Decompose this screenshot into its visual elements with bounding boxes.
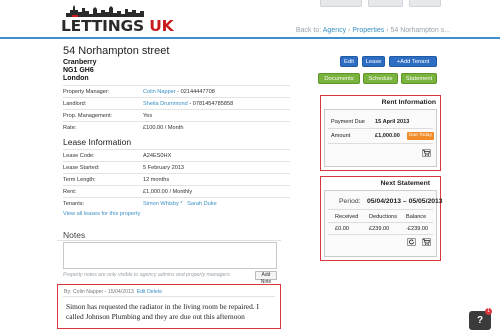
header-divider <box>0 37 500 39</box>
divider <box>63 296 275 297</box>
divider <box>328 222 433 223</box>
divider <box>328 209 433 210</box>
documents-button[interactable]: Documents <box>318 73 360 84</box>
address-line-3: London <box>63 75 89 82</box>
lease-label: Term Length: <box>63 177 96 183</box>
divider <box>328 143 433 144</box>
view-all-leases-link[interactable]: View all leases for this property <box>63 211 140 217</box>
next-statement-title: Next Statement <box>380 180 430 187</box>
detail-row-property-manager: Property Manager: Colin Napper - 0214444… <box>63 85 290 97</box>
detail-label: Prop. Management: <box>63 113 113 119</box>
header-tab[interactable] <box>409 0 441 7</box>
received-header: Received <box>335 214 359 220</box>
detail-value: Yes <box>143 113 153 119</box>
add-tenant-button[interactable]: +Add Tenant <box>389 56 437 67</box>
landlord-link[interactable]: Sheila Drummond <box>143 101 188 107</box>
schedule-button[interactable]: Schedule <box>363 73 398 84</box>
period-label: Period: <box>339 198 361 205</box>
lease-row-term: Term Length: 12 months <box>63 173 290 185</box>
lease-value: A24ES0HX <box>143 153 172 159</box>
period-value: 05/04/2013 – 05/05/2013 <box>367 198 443 205</box>
deductions-value: £239.00 <box>369 226 390 232</box>
notification-badge: 1 <box>485 308 492 315</box>
note-date: - 15/04/2013 <box>103 289 134 295</box>
lease-row-code: Lease Code: A24ES0HX <box>63 149 290 161</box>
detail-row-rate: Rate: £100.00 / Month <box>63 121 290 133</box>
notes-hint: Property notes are only visible to agenc… <box>63 272 232 278</box>
detail-row-landlord: Landlord: Sheila Drummond - 078145478585… <box>63 97 290 109</box>
breadcrumb-agency-link[interactable]: Agency <box>323 27 346 34</box>
due-today-badge: Due Today <box>407 132 434 140</box>
lease-heading: Lease Information <box>63 137 132 147</box>
received-value: £0.00 <box>335 226 349 232</box>
note-text: Simon has requested the radiator in the … <box>66 302 259 321</box>
note-meta-prefix: By: <box>64 289 73 295</box>
rent-information-title: Rent Information <box>381 99 436 106</box>
cart-icon[interactable] <box>422 149 431 157</box>
lease-label: Tenants: <box>63 201 85 207</box>
refresh-icon[interactable] <box>407 238 416 246</box>
header-tab[interactable] <box>368 0 403 7</box>
address-line-2: NG1 GH6 <box>63 67 94 74</box>
skyline-icon <box>66 5 144 17</box>
lease-value: 12 months <box>143 177 170 183</box>
note-author: Colin Napper <box>72 289 104 295</box>
header-tab[interactable] <box>320 0 362 7</box>
detail-label: Landlord: <box>63 101 87 107</box>
breadcrumb-prefix: Back to: <box>295 27 323 34</box>
address-line-1: Cranberry <box>63 59 97 66</box>
note-entry: By: Colin Napper - 15/04/2013 Edit Delet… <box>57 284 281 329</box>
statement-button[interactable]: Statement <box>401 73 437 84</box>
cart-icon[interactable] <box>422 238 431 246</box>
landlord-phone: - 0781454785858 <box>187 101 234 107</box>
deductions-header: Deductions <box>369 214 397 220</box>
lease-value: £1,000.00 / Monthly <box>143 189 193 195</box>
property-manager-link[interactable]: Colin Napper <box>143 89 176 95</box>
note-meta: By: Colin Napper - 15/04/2013 Edit Delet… <box>64 289 162 295</box>
tenant-link[interactable]: Sarah Duke <box>187 201 217 207</box>
note-edit-link[interactable]: Edit <box>137 289 146 295</box>
property-manager-phone: - 02144447708 <box>175 89 215 95</box>
divider <box>328 128 433 129</box>
breadcrumb-properties-link[interactable]: Properties <box>352 27 384 34</box>
rent-information-body: Payment Due 15 April 2013 Amount £1,000.… <box>324 109 437 167</box>
payment-due-label: Payment Due <box>331 119 365 125</box>
divider <box>328 234 433 235</box>
balance-header: Balance <box>406 214 427 220</box>
note-delete-link[interactable]: Delete <box>147 289 162 295</box>
lease-value: 5 February 2013 <box>143 165 185 171</box>
add-note-button[interactable]: Add Note <box>255 271 277 285</box>
amount-label: Amount <box>331 133 351 139</box>
next-statement-panel: Next Statement Period: 05/04/2013 – 05/0… <box>320 176 443 261</box>
lease-row-tenants: Tenants: Simon Whisby * Sarah Duke <box>63 197 290 209</box>
lease-row-rent: Rent: £1,000.00 / Monthly <box>63 185 290 197</box>
lease-button[interactable]: Lease <box>362 56 385 67</box>
breadcrumb: Back to: Agency › Properties › 54 Norham… <box>296 27 450 34</box>
lease-label: Lease Code: <box>63 153 95 159</box>
breadcrumb-current: 54 Norhampton s... <box>390 27 450 34</box>
next-statement-body: Period: 05/04/2013 – 05/05/2013 Received… <box>324 190 443 257</box>
detail-value: £100.00 / Month <box>143 125 184 131</box>
tenant-link[interactable]: Simon Whisby * <box>143 201 182 207</box>
rent-information-panel: Rent Information Payment Due 15 April 20… <box>320 95 441 171</box>
lease-row-started: Lease Started: 5 February 2013 <box>63 161 290 173</box>
page-title: 54 Norhampton street <box>63 45 170 57</box>
detail-label: Rate: <box>63 125 77 131</box>
notes-input[interactable] <box>63 242 277 269</box>
amount-value: £1,000.00 <box>375 133 400 139</box>
lease-label: Rent: <box>63 189 77 195</box>
detail-row-management: Prop. Management: Yes <box>63 109 290 121</box>
detail-label: Property Manager: <box>63 89 110 95</box>
header: LETTINGS UK Back to: Agency › Properties… <box>0 0 500 37</box>
edit-button[interactable]: Edit <box>340 56 358 67</box>
payment-due-value: 15 April 2013 <box>375 119 410 125</box>
notes-heading: Notes <box>63 230 86 240</box>
divider <box>57 240 281 241</box>
lease-label: Lease Started: <box>63 165 100 171</box>
balance-value: -£239.00 <box>406 226 429 232</box>
